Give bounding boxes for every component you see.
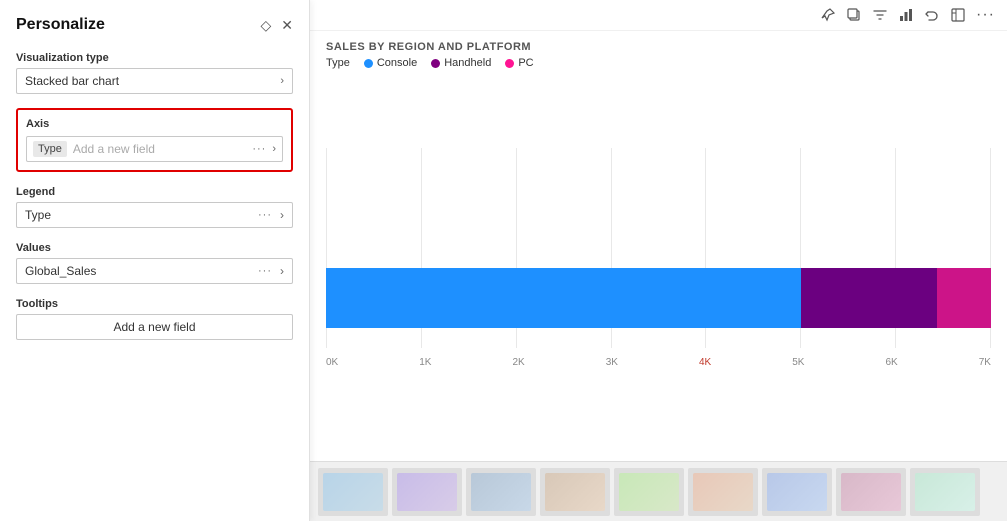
legend-chevron: › <box>280 208 284 222</box>
legend-label-console: Console <box>377 57 417 69</box>
bar-segment-pc <box>937 268 991 328</box>
x-label-1k: 1K <box>419 357 431 368</box>
thumbnail-1 <box>318 468 388 516</box>
thumbnail-3 <box>466 468 536 516</box>
tooltips-add-field[interactable]: Add a new field <box>16 314 293 340</box>
legend-value: Type <box>25 208 51 222</box>
axis-section: Axis Type Add a new field ··· › <box>16 108 293 172</box>
legend-item-handheld: Handheld <box>431 57 491 69</box>
thumbnail-7 <box>762 468 832 516</box>
axis-dots[interactable]: ··· <box>252 143 266 155</box>
pin-icon[interactable]: ◇ <box>260 17 271 34</box>
visualization-dropdown[interactable]: Stacked bar chart › <box>16 68 293 94</box>
panel-header: Personalize ◇ ✕ <box>16 16 293 34</box>
legend-label: Legend <box>16 186 293 198</box>
x-label-4k: 4K <box>699 357 711 368</box>
legend-dots[interactable]: ··· <box>258 209 272 221</box>
thumbnail-2 <box>392 468 462 516</box>
thumbnail-5 <box>614 468 684 516</box>
visualization-label: Visualization type <box>16 52 293 64</box>
values-section: Values Global_Sales ··· › <box>16 242 293 284</box>
legend-item-pc: PC <box>505 57 533 69</box>
filter-toolbar-icon[interactable] <box>872 7 888 23</box>
x-label-5k: 5K <box>792 357 804 368</box>
bar-segment-handheld <box>801 268 937 328</box>
close-icon[interactable]: ✕ <box>281 17 293 34</box>
chart-legend-row: Type Console Handheld PC <box>310 53 1007 75</box>
axis-placeholder: Add a new field <box>73 142 246 156</box>
chart-title: SALES BY REGION AND PLATFORM <box>326 41 531 53</box>
axis-chevron: › <box>272 143 276 155</box>
x-axis: 0K 1K 2K 3K 4K 5K 6K 7K <box>326 353 991 368</box>
chart-content: 0K 1K 2K 3K 4K 5K 6K 7K <box>310 75 1007 461</box>
axis-type-tag: Type <box>33 141 67 157</box>
values-label: Values <box>16 242 293 254</box>
legend-section: Legend Type ··· › <box>16 186 293 228</box>
chart-title-bar: SALES BY REGION AND PLATFORM <box>310 31 1007 53</box>
legend-type-label: Type <box>326 57 350 69</box>
x-label-2k: 2K <box>513 357 525 368</box>
x-label-6k: 6K <box>886 357 898 368</box>
legend-dot-handheld <box>431 59 440 68</box>
axis-label: Axis <box>26 118 283 130</box>
panel-title: Personalize <box>16 16 105 34</box>
x-label-0k: 0K <box>326 357 338 368</box>
stacked-bar <box>326 268 991 328</box>
values-value: Global_Sales <box>25 264 96 278</box>
chart-toolbar-icon[interactable] <box>898 7 914 23</box>
more-toolbar-icon[interactable]: ··· <box>976 6 995 24</box>
thumbnail-9 <box>910 468 980 516</box>
legend-item-console: Console <box>364 57 417 69</box>
expand-toolbar-icon[interactable] <box>950 7 966 23</box>
legend-field[interactable]: Type ··· › <box>16 202 293 228</box>
chart-grid: 0K 1K 2K 3K 4K 5K 6K 7K <box>326 148 991 368</box>
copy-toolbar-icon[interactable] <box>846 7 862 23</box>
x-label-3k: 3K <box>606 357 618 368</box>
thumbnail-strip <box>310 461 1007 521</box>
visualization-chevron: › <box>280 75 284 87</box>
legend-dot-pc <box>505 59 514 68</box>
thumbnail-8 <box>836 468 906 516</box>
values-field[interactable]: Global_Sales ··· › <box>16 258 293 284</box>
legend-dot-console <box>364 59 373 68</box>
values-chevron: › <box>280 264 284 278</box>
panel-header-icons: ◇ ✕ <box>260 17 293 34</box>
bar-segment-console <box>326 268 801 328</box>
visualization-section: Visualization type Stacked bar chart › <box>16 52 293 94</box>
legend-label-pc: PC <box>518 57 533 69</box>
visualization-value: Stacked bar chart <box>25 74 119 88</box>
thumbnail-4 <box>540 468 610 516</box>
values-dots[interactable]: ··· <box>258 265 272 277</box>
legend-label-handheld: Handheld <box>444 57 491 69</box>
tooltips-label: Tooltips <box>16 298 293 310</box>
personalize-panel: Personalize ◇ ✕ Visualization type Stack… <box>0 0 310 521</box>
axis-field-row[interactable]: Type Add a new field ··· › <box>26 136 283 162</box>
chart-area: ··· SALES BY REGION AND PLATFORM Type Co… <box>310 0 1007 521</box>
undo-toolbar-icon[interactable] <box>924 7 940 23</box>
thumbnail-6 <box>688 468 758 516</box>
chart-toolbar: ··· <box>310 0 1007 31</box>
bar-container <box>326 263 991 333</box>
pin-toolbar-icon[interactable] <box>820 7 836 23</box>
x-label-7k: 7K <box>979 357 991 368</box>
tooltips-section: Tooltips Add a new field <box>16 298 293 340</box>
